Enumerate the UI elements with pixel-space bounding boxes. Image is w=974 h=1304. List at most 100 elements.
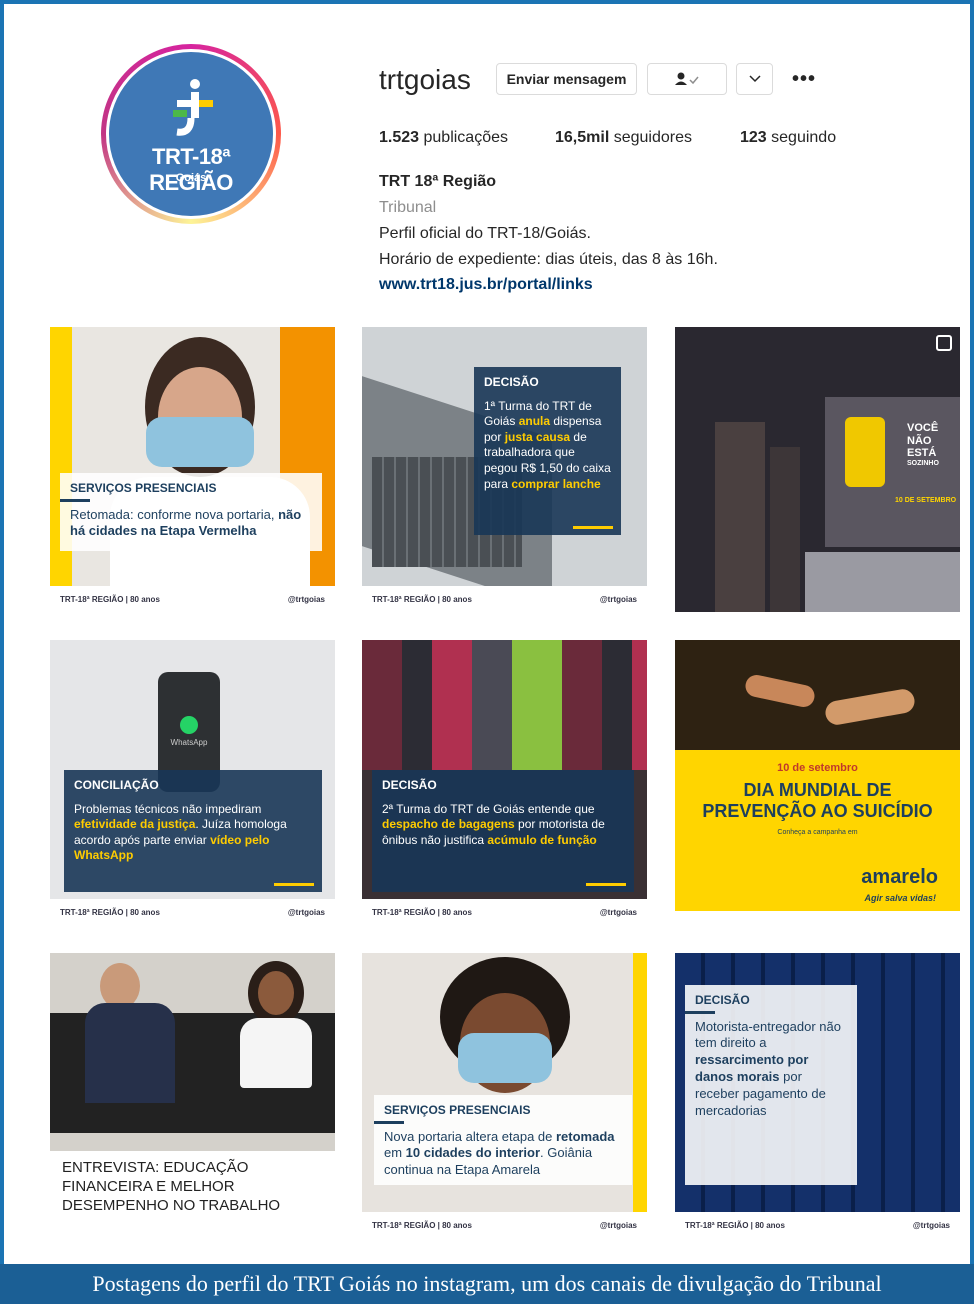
post-title: ENTREVISTA: EDUCAÇÃO FINANCEIRA E MELHOR… xyxy=(62,1159,281,1214)
profile-avatar-ring[interactable]: TRT-18ª REGIÃO Goiás xyxy=(101,44,281,224)
following-count: 123 xyxy=(740,129,767,146)
hands-image xyxy=(675,640,960,750)
post-text-card: DECISÃO Motorista-entregador não tem dir… xyxy=(685,985,857,1185)
sign-line: SOZINHO xyxy=(907,459,939,467)
post-highlight: despacho de bagagens xyxy=(382,817,515,832)
projection-wall: VOCÊ NÃO ESTÁ SOZINHO 10 DE SETEMBRO xyxy=(825,397,960,547)
multiple-photos-icon xyxy=(936,335,952,351)
post-footer: TRT-18ª REGIÃO | 80 anos @trtgoias xyxy=(50,586,335,612)
post-text-card: SERVIÇOS PRESENCIAIS Retomada: conforme … xyxy=(60,473,322,551)
card-accent-line xyxy=(374,1121,404,1124)
avatar-state: Goiás xyxy=(175,172,207,184)
footer-brand: TRT-18ª REGIÃO | 80 anos xyxy=(372,1220,472,1230)
profile-bio-line1: Perfil oficial do TRT-18/Goiás. xyxy=(379,225,591,242)
post-text-card: DECISÃO 2ª Turma do TRT de Goiás entende… xyxy=(372,770,634,892)
post-text: em xyxy=(384,1145,406,1161)
post-text-card: CONCILIAÇÃO Problemas técnicos não imped… xyxy=(64,770,322,892)
campaign-title-line: PREVENÇÃO AO SUICÍDIO xyxy=(702,800,933,821)
ribbon-logo xyxy=(845,417,885,487)
woman-blouse xyxy=(240,1018,312,1088)
post-text: 2ª Turma do TRT de Goiás entende que xyxy=(382,801,595,816)
figure-caption: Postagens do perfil do TRT Goiás no inst… xyxy=(0,1264,974,1304)
post-tile[interactable]: SERVIÇOS PRESENCIAIS Retomada: conforme … xyxy=(50,327,335,612)
woman-face xyxy=(258,971,294,1015)
avatar[interactable]: TRT-18ª REGIÃO Goiás xyxy=(106,49,276,219)
sign-line: VOCÊ xyxy=(907,422,939,434)
post-category-tag: DECISÃO xyxy=(382,778,437,792)
footer-brand: TRT-18ª REGIÃO | 80 anos xyxy=(685,1220,785,1230)
posts-label: publicações xyxy=(423,129,509,146)
card-accent-line xyxy=(274,883,314,886)
post-text: Problemas técnicos não impediram xyxy=(74,801,262,816)
footer-handle: @trtgoias xyxy=(912,1220,950,1230)
profile-website-link[interactable]: www.trt18.jus.br/portal/links xyxy=(379,276,593,294)
footer-handle: @trtgoias xyxy=(599,907,637,917)
person-check-icon xyxy=(675,72,699,85)
post-tile[interactable]: DECISÃO Motorista-entregador não tem dir… xyxy=(675,953,960,1238)
posts-count: 1.523 xyxy=(379,129,420,146)
post-tile[interactable]: DECISÃO 1ª Turma do TRT de Goiás anula d… xyxy=(362,327,647,612)
followers-stat[interactable]: 16,5mil seguidores xyxy=(555,129,692,147)
whatsapp-label: WhatsApp xyxy=(170,738,208,747)
post-tile[interactable]: 10 de setembro DIA MUNDIAL DE PREVENÇÃO … xyxy=(675,640,960,925)
partner-logos-strip xyxy=(675,911,960,925)
send-message-button[interactable]: Enviar mensagem xyxy=(496,63,637,95)
post-text: Retomada: conforme nova portaria, xyxy=(70,506,279,522)
post-footer: TRT-18ª REGIÃO | 80 anos @trtgoias xyxy=(362,586,647,612)
post-category-tag: DECISÃO xyxy=(695,993,750,1007)
post-highlight: acúmulo de função xyxy=(487,832,597,847)
post-text-card: SERVIÇOS PRESENCIAIS Nova portaria alter… xyxy=(374,1095,632,1185)
sign-line: ESTÁ xyxy=(907,447,937,460)
avatar-org-name: TRT-18ª REGIÃO xyxy=(149,144,233,195)
building-base xyxy=(805,552,960,612)
posts-count-stat[interactable]: 1.523 publicações xyxy=(379,129,508,147)
building-tower xyxy=(770,447,800,612)
building-tower xyxy=(715,422,765,612)
post-tile[interactable]: VOCÊ NÃO ESTÁ SOZINHO 10 DE SETEMBRO xyxy=(675,327,960,612)
post-highlight: comprar lanche xyxy=(511,476,601,491)
campaign-title-line: DIA MUNDIAL DE xyxy=(743,780,892,800)
face-mask xyxy=(146,417,254,467)
chevron-down-icon xyxy=(748,75,761,83)
post-category-tag: SERVIÇOS PRESENCIAIS xyxy=(384,1103,531,1117)
post-text: Motorista-entregador não tem direito a xyxy=(695,1018,841,1051)
card-accent-line xyxy=(685,1011,715,1014)
footer-brand: TRT-18ª REGIÃO | 80 anos xyxy=(372,907,472,917)
card-accent-line xyxy=(586,883,626,886)
post-category-tag: CONCILIAÇÃO xyxy=(74,778,159,792)
man-suit xyxy=(85,1003,175,1103)
post-text-bold: 10 cidades do interior xyxy=(405,1145,541,1161)
campaign-brand: amarelo xyxy=(861,866,938,888)
post-footer: TRT-18ª REGIÃO | 80 anos @trtgoias xyxy=(50,899,335,925)
post-tile[interactable]: ENTREVISTA: EDUCAÇÃO FINANCEIRA E MELHOR… xyxy=(50,953,335,1238)
post-tile[interactable]: DECISÃO 2ª Turma do TRT de Goiás entende… xyxy=(362,640,647,925)
face-mask xyxy=(458,1033,552,1083)
yellow-accent-bar xyxy=(633,953,647,1213)
sign-line: NÃO xyxy=(907,434,932,447)
whatsapp-icon xyxy=(180,716,198,734)
post-tile[interactable]: WhatsApp CONCILIAÇÃO Problemas técnicos … xyxy=(50,640,335,925)
post-highlight: efetividade da justiça xyxy=(74,817,196,832)
footer-handle: @trtgoias xyxy=(287,907,325,917)
projection-text: VOCÊ NÃO ESTÁ SOZINHO xyxy=(907,422,939,468)
footer-handle: @trtgoias xyxy=(287,594,325,604)
suggestions-dropdown-button[interactable] xyxy=(736,63,773,95)
footer-brand: TRT-18ª REGIÃO | 80 anos xyxy=(60,594,160,604)
trt-logo-icon xyxy=(173,79,213,136)
followers-count: 16,5mil xyxy=(555,129,610,146)
following-stat[interactable]: 123 seguindo xyxy=(740,129,836,147)
footer-brand: TRT-18ª REGIÃO | 80 anos xyxy=(372,594,472,604)
post-text-card: DECISÃO 1ª Turma do TRT de Goiás anula d… xyxy=(474,367,621,535)
post-text: Nova portaria altera etapa de xyxy=(384,1128,556,1144)
profile-category: Tribunal xyxy=(379,199,437,216)
campaign-subtitle: Conheça a campanha em xyxy=(777,829,858,836)
campaign-date: 10 de setembro xyxy=(777,762,858,774)
post-category-tag: DECISÃO xyxy=(484,375,539,389)
following-button[interactable] xyxy=(647,63,727,95)
campaign-slogan: Agir salva vidas! xyxy=(864,893,936,903)
post-tile[interactable]: SERVIÇOS PRESENCIAIS Nova portaria alter… xyxy=(362,953,647,1238)
more-options-icon[interactable]: ••• xyxy=(792,68,816,91)
post-highlight: justa causa xyxy=(504,429,571,444)
post-highlight: anula xyxy=(518,414,551,429)
hand-left xyxy=(743,672,817,710)
